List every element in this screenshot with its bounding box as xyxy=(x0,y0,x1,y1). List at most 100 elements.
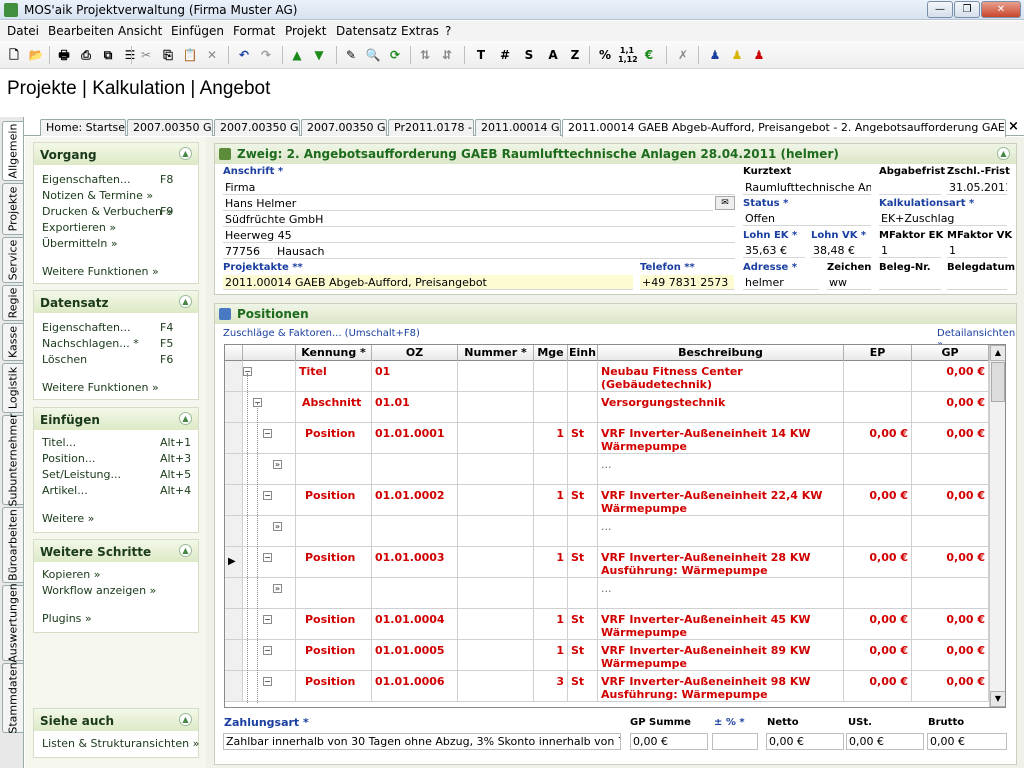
cell-nummer[interactable] xyxy=(458,392,534,422)
table-row[interactable]: »... xyxy=(225,516,989,547)
tab-close-icon[interactable]: × xyxy=(1008,119,1019,134)
cell-kennung[interactable]: Position xyxy=(296,609,372,639)
redo-icon[interactable]: ↷ xyxy=(257,46,275,64)
cut-icon[interactable]: ✂ xyxy=(137,46,155,64)
cell-einh[interactable]: St xyxy=(568,640,598,670)
collapse-icon[interactable]: ▲ xyxy=(179,544,192,557)
menu-bearbeiten[interactable]: Bearbeiten xyxy=(48,24,114,38)
delete-icon[interactable]: ✕ xyxy=(203,46,221,64)
percent-button[interactable]: % xyxy=(596,46,614,64)
expand-details-icon[interactable]: » xyxy=(273,584,282,593)
row-selector[interactable] xyxy=(225,392,243,422)
tab-doc-2[interactable]: 2007.00350 GAEB xyxy=(214,119,300,136)
collapse-tree-icon[interactable]: − xyxy=(263,553,272,562)
cell-desc[interactable]: Versorgungstechnik xyxy=(598,392,844,422)
netto-field[interactable]: 0,00 € xyxy=(766,733,844,750)
cell-nummer[interactable] xyxy=(458,485,534,515)
vtab-auswertungen[interactable]: Auswertungen xyxy=(2,583,23,663)
scroll-down-icon[interactable]: ▼ xyxy=(990,691,1005,707)
telefon-field[interactable]: +49 7831 2573 xyxy=(640,275,734,290)
cell-einh[interactable]: St xyxy=(568,671,598,701)
ort-field[interactable]: Hausach xyxy=(275,244,735,259)
z-button[interactable]: Z xyxy=(566,46,584,64)
col-ep[interactable]: EP xyxy=(844,345,912,361)
menu-ansicht[interactable]: Ansicht xyxy=(118,24,162,38)
cell-einh[interactable] xyxy=(568,361,598,391)
new-icon[interactable]: 🗋 xyxy=(5,46,23,64)
copy-doc-icon[interactable]: ⧉ xyxy=(99,46,117,64)
cell-nummer[interactable] xyxy=(458,547,534,577)
cell-mge[interactable]: 1 xyxy=(534,609,568,639)
currency-icon[interactable]: € xyxy=(640,46,658,64)
expand-details-icon[interactable]: » xyxy=(273,460,282,469)
tab-doc-1[interactable]: 2007.00350 GAEB xyxy=(127,119,213,136)
collapse-icon[interactable]: ▲ xyxy=(179,412,192,425)
undo-icon[interactable]: ↶ xyxy=(235,46,253,64)
cell-desc[interactable]: VRF Inverter-Außeneinheit 28 KW Ausführu… xyxy=(598,547,844,577)
cell-nummer[interactable] xyxy=(458,609,534,639)
cell-desc[interactable]: VRF Inverter-Außeneinheit 98 KW Ausführu… xyxy=(598,671,844,701)
row-selector[interactable] xyxy=(225,361,243,391)
link-position[interactable]: Position... Alt+3 xyxy=(42,452,191,465)
menu-help[interactable]: ? xyxy=(445,24,451,38)
open-icon[interactable]: 📂 xyxy=(27,46,45,64)
edit-pen-icon[interactable]: ✎ xyxy=(342,46,360,64)
zschl-frist-field[interactable]: 31.05.2011 xyxy=(947,180,1007,195)
link-ds-weitere-funktionen[interactable]: Weitere Funktionen » xyxy=(42,381,159,394)
tab-doc-4[interactable]: Pr2011.0178 - 1 xyxy=(388,119,474,136)
link-weitere-funktionen[interactable]: Weitere Funktionen » xyxy=(42,265,159,278)
anschrift-line-1[interactable]: Firma xyxy=(223,180,735,195)
cell-ep[interactable]: 0,00 € xyxy=(844,671,912,701)
collapse-icon[interactable]: ▲ xyxy=(179,295,192,308)
kurztext-field[interactable]: Raumlufttechnische Anlage xyxy=(743,180,871,195)
cell-oz[interactable]: 01.01.0004 xyxy=(372,609,458,639)
cell-kennung[interactable]: Position xyxy=(296,640,372,670)
grid-scrollbar[interactable]: ▲ ▼ xyxy=(989,345,1005,707)
collapse-tree-icon[interactable]: − xyxy=(263,646,272,655)
cell-desc[interactable]: VRF Inverter-Außeneinheit 22,4 KW Wärmep… xyxy=(598,485,844,515)
cell-gp[interactable]: 0,00 € xyxy=(912,361,989,391)
link-artikel[interactable]: Artikel... Alt+4 xyxy=(42,484,191,497)
disabled-tool-icon[interactable]: ✗ xyxy=(674,46,692,64)
refresh-icon[interactable]: ⟳ xyxy=(386,46,404,64)
row-selector[interactable] xyxy=(225,578,243,608)
cell-oz[interactable]: 01.01.0005 xyxy=(372,640,458,670)
cell-mge[interactable]: 3 xyxy=(534,671,568,701)
cell-oz[interactable]: 01.01.0006 xyxy=(372,671,458,701)
row-selector[interactable]: ▶ xyxy=(225,547,243,577)
cell-kennung[interactable]: Position xyxy=(296,547,372,577)
print-icon[interactable]: ⎙ xyxy=(77,46,95,64)
gp-summe-field[interactable]: 0,00 € xyxy=(630,733,708,750)
vtab-stammdaten[interactable]: Stammdaten xyxy=(2,662,23,734)
aufschlag-field[interactable] xyxy=(712,733,758,750)
table-row[interactable]: ▶ − Position 01.01.0003 1 St VRF Inverter-Auße… xyxy=(225,547,989,578)
sort-az-icon[interactable]: ⇅ xyxy=(416,46,434,64)
zeichen-field[interactable]: ww xyxy=(827,275,871,290)
menu-einfuegen[interactable]: Einfügen xyxy=(171,24,224,38)
menu-datensatz[interactable]: Datensatz xyxy=(336,24,397,38)
vtab-regie[interactable]: Regie xyxy=(2,285,23,321)
lohn-vk-field[interactable]: 38,48 € xyxy=(811,243,871,258)
col-mge[interactable]: Mge xyxy=(534,345,568,361)
cell-nummer[interactable] xyxy=(458,671,534,701)
cell-mge[interactable]: 1 xyxy=(534,423,568,453)
sort-za-icon[interactable]: ⇵ xyxy=(438,46,456,64)
cell-desc[interactable]: VRF Inverter-Außeneinheit 14 KW Wärmepum… xyxy=(598,423,844,453)
copy-icon[interactable]: ⎘ xyxy=(159,46,177,64)
maximize-button[interactable]: ❐ xyxy=(954,1,980,18)
scroll-thumb[interactable] xyxy=(991,362,1005,402)
brutto-field[interactable]: 0,00 € xyxy=(927,733,1007,750)
cell-ep[interactable]: 0,00 € xyxy=(844,609,912,639)
group-header[interactable]: Datensatz ▲ xyxy=(34,291,198,313)
menu-datei[interactable]: Datei xyxy=(7,24,39,38)
expand-details-icon[interactable]: » xyxy=(273,522,282,531)
lohn-ek-field[interactable]: 35,63 € xyxy=(743,243,805,258)
cell-kennung[interactable]: Titel xyxy=(296,361,372,391)
cell-einh[interactable]: St xyxy=(568,609,598,639)
tab-doc-3[interactable]: 2007.00350 GAEB xyxy=(301,119,387,136)
link-einf-weitere[interactable]: Weitere » xyxy=(42,512,94,525)
cell-gp[interactable]: 0,00 € xyxy=(912,392,989,422)
row-selector[interactable] xyxy=(225,640,243,670)
cell-ep[interactable]: 0,00 € xyxy=(844,547,912,577)
collapse-icon[interactable]: ▲ xyxy=(997,147,1010,160)
